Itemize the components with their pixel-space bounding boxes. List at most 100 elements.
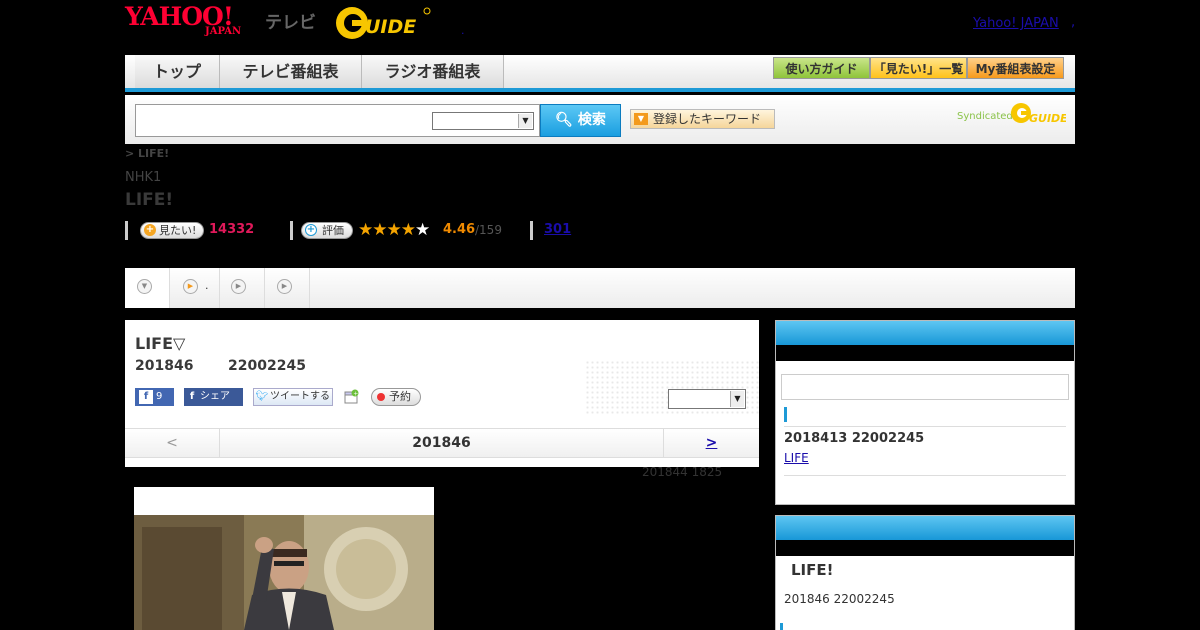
divider: [290, 221, 293, 240]
page: YAHOO! JAPAN テレビ UIDE . Yahoo! JAPAN , ト…: [0, 0, 1200, 630]
program-detail-card: LIFE▽ 201846 22002245 f9 f シェア 🐦︎ ツイートする +…: [125, 320, 759, 467]
sidebar-box-program: LIFE! 201846 22002245: [775, 515, 1075, 630]
svg-text:UIDE: UIDE: [365, 16, 416, 38]
search-bar: ▼ 🔍︎ 検索 ▼ 登録したキーワード Syndicated GUIDE: [125, 95, 1075, 144]
mitai-button[interactable]: + 見たい!: [140, 222, 204, 239]
date-navigation: < 201846 >: [125, 428, 759, 458]
star-icon: ★: [386, 220, 402, 240]
review-count-link[interactable]: 301: [544, 222, 571, 237]
nav-tab-top[interactable]: トップ: [135, 55, 220, 88]
search-button[interactable]: 🔍︎ 検索: [540, 104, 621, 137]
yahoo-japan-logo-text: JAPAN: [205, 26, 242, 37]
chevron-down-icon: ▼: [730, 391, 744, 407]
dropdown-arrow-icon: ▼: [634, 113, 648, 125]
play-icon: ▶: [277, 279, 292, 294]
facebook-like-button[interactable]: f9: [135, 388, 174, 406]
sidebar-subheader: [776, 345, 1074, 361]
rate-button-label: 評価: [322, 224, 344, 237]
play-icon: ▶: [231, 279, 246, 294]
star-icon: ★: [358, 220, 373, 240]
search-icon: 🔍︎: [555, 112, 573, 128]
star-icon: ★: [400, 220, 416, 240]
nav-tab-radio-listings[interactable]: ラジオ番組表: [362, 55, 504, 88]
rating-count: /159: [475, 223, 502, 237]
tweet-button[interactable]: 🐦︎ ツイートする: [253, 388, 333, 406]
svg-text:+: +: [353, 390, 358, 397]
divider: [125, 221, 128, 240]
next-date-link[interactable]: >: [663, 429, 759, 457]
tweet-label: ツイートする: [270, 391, 330, 402]
nav-tab-tv-listings[interactable]: テレビ番組表: [220, 55, 362, 88]
header-separator: ,: [1071, 15, 1076, 30]
sidebar-header: [776, 321, 1074, 345]
next-broadcast-link[interactable]: LIFE: [784, 451, 809, 465]
divider: [784, 475, 1066, 476]
tab-label: .: [205, 279, 209, 292]
syndicated-text: Syndicated: [957, 111, 1013, 122]
area-select[interactable]: ▼: [668, 389, 746, 409]
facebook-like-count: 9: [156, 391, 163, 402]
section-marker: [784, 407, 787, 422]
chevron-down-icon: ▼: [137, 279, 152, 294]
previous-date-button[interactable]: <: [125, 429, 220, 457]
divider: [530, 221, 533, 240]
divider: [784, 426, 1066, 427]
sidebar-box-next-broadcast: 2018413 22002245 LIFE: [775, 320, 1075, 505]
plus-icon: +: [305, 224, 317, 236]
search-category-select[interactable]: ▼: [432, 112, 534, 130]
global-nav: トップ テレビ番組表 ラジオ番組表 使い方ガイド 「見たい!」一覧 My番組表設…: [125, 55, 1075, 92]
my-program-settings-button[interactable]: My番組表設定: [967, 57, 1064, 79]
tab-third[interactable]: ▶: [220, 268, 265, 308]
record-dot-icon: [377, 393, 385, 401]
search-button-label: 検索: [577, 112, 606, 128]
updated-timestamp: 201844 1825: [642, 465, 723, 479]
nav-tab-label: ラジオ番組表: [384, 62, 481, 81]
mitai-list-button[interactable]: 「見たい!」一覧: [870, 57, 967, 79]
facebook-icon: f: [189, 391, 195, 402]
nav-tab-label: テレビ番組表: [242, 62, 339, 81]
registered-keywords-button[interactable]: ▼ 登録したキーワード: [630, 109, 775, 129]
page-title: LIFE!: [125, 190, 174, 210]
stars-filled: ★★★★★: [358, 220, 430, 240]
star-rating: ★★★★★: [358, 220, 430, 240]
tv-logo-text[interactable]: テレビ: [265, 8, 316, 33]
sidebar-input[interactable]: [781, 374, 1069, 400]
tab-program-info[interactable]: ▼: [125, 268, 170, 308]
plus-icon: +: [144, 224, 156, 236]
rate-button[interactable]: + 評価: [301, 222, 353, 239]
star-icon: ★: [415, 220, 430, 240]
header-dot: .: [461, 24, 465, 37]
current-date: 201846: [412, 435, 471, 451]
broadcast-time: 22002245: [228, 358, 306, 374]
mitai-button-label: 見たい!: [159, 224, 197, 237]
add-calendar-icon[interactable]: +: [344, 389, 359, 404]
sidebar-program-title: LIFE!: [791, 561, 834, 579]
sidebar-header: [776, 516, 1074, 540]
rating-value: 4.46: [443, 222, 476, 237]
facebook-share-button[interactable]: f シェア: [184, 388, 243, 406]
star-icon: ★: [372, 220, 387, 240]
broadcast-date: 201846: [135, 358, 194, 374]
sidebar-subheader: [776, 540, 1074, 556]
program-image: [134, 487, 434, 630]
nav-tab-label: トップ: [152, 62, 201, 81]
syndicated-logo-text: GUIDE: [1029, 112, 1066, 125]
yahoo-japan-link[interactable]: Yahoo! JAPAN: [973, 16, 1059, 31]
tab-fourth[interactable]: ▶: [265, 268, 310, 308]
program-tabs: ▼ ▶ . ▶ ▶: [125, 268, 1075, 308]
sidebar-program-info: 201846 22002245: [784, 592, 895, 606]
syndicated-gguide-logo: GUIDE: [1011, 103, 1066, 125]
tab-second[interactable]: ▶ .: [170, 268, 220, 308]
twitter-bird-icon: 🐦︎: [255, 391, 269, 402]
section-marker: [780, 623, 783, 630]
channel-name: NHK1: [125, 170, 162, 185]
usage-guide-button[interactable]: 使い方ガイド: [773, 57, 870, 79]
chevron-down-icon: ▼: [518, 114, 532, 128]
reserve-recording-button[interactable]: 予約: [371, 388, 421, 406]
facebook-share-label: シェア: [200, 391, 230, 402]
registered-keywords-label: 登録したキーワード: [653, 112, 762, 126]
next-broadcast-info: 2018413 22002245: [784, 431, 925, 446]
gguide-logo[interactable]: UIDE: [335, 6, 431, 40]
facebook-icon: f: [139, 390, 153, 404]
breadcrumb: > LIFE!: [125, 147, 170, 160]
